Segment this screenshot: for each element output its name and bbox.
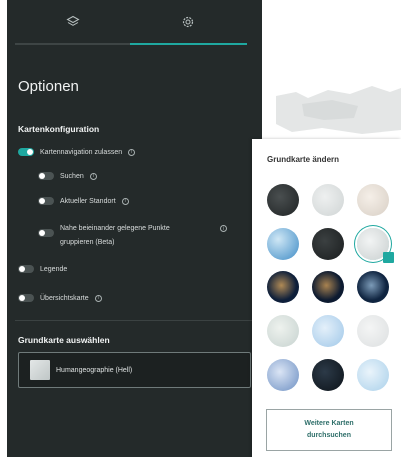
info-icon[interactable]: i bbox=[121, 197, 129, 205]
gear-icon bbox=[182, 16, 193, 28]
basemap-heading: Grundkarte auswählen bbox=[18, 335, 110, 345]
divider bbox=[15, 320, 253, 321]
info-icon[interactable]: i bbox=[128, 148, 136, 156]
option-legend: Legende bbox=[18, 265, 67, 273]
basemap-thumb-imagery[interactable] bbox=[267, 271, 299, 303]
search-toggle[interactable] bbox=[38, 172, 54, 180]
option-current-location: Aktueller Standort i bbox=[38, 197, 129, 205]
layers-icon bbox=[65, 15, 80, 26]
option-label: Legende bbox=[40, 265, 68, 273]
legend-toggle[interactable] bbox=[18, 265, 34, 273]
overview-map-toggle[interactable] bbox=[18, 294, 34, 302]
current-location-toggle[interactable] bbox=[38, 197, 54, 205]
tab-settings-underline bbox=[130, 43, 247, 45]
basemap-thumb-oceans[interactable] bbox=[312, 315, 344, 347]
basemap-thumb-terrain[interactable] bbox=[267, 315, 299, 347]
panel-title: Optionen bbox=[18, 78, 79, 95]
basemap-thumb-light-gray[interactable] bbox=[312, 184, 344, 216]
option-label: Suchen bbox=[60, 172, 84, 180]
browse-more-maps-button[interactable]: Weitere Karten durchsuchen bbox=[266, 409, 392, 451]
browse-more-line2: durchsuchen bbox=[307, 432, 351, 439]
basemap-gallery: Grundkarte ändern Weitere Karten durchsu… bbox=[252, 139, 401, 457]
option-search: Suchen i bbox=[38, 172, 97, 180]
option-label: Kartennavigation zulassen bbox=[40, 148, 123, 156]
basemap-thumb-imagery-labels[interactable] bbox=[357, 271, 389, 303]
basemap-thumb-streets[interactable] bbox=[357, 184, 389, 216]
option-label: Übersichtskarte bbox=[40, 294, 89, 302]
basemap-thumb-dark-gray[interactable] bbox=[267, 184, 299, 216]
map-config-heading: Kartenkonfiguration bbox=[18, 124, 100, 134]
basemap-selector[interactable]: Humangeographie (Hell) bbox=[18, 352, 251, 388]
info-icon[interactable]: i bbox=[220, 225, 227, 232]
map-navigation-toggle[interactable] bbox=[18, 148, 34, 156]
option-map-navigation: Kartennavigation zulassen i bbox=[18, 148, 136, 156]
option-overview-map: Übersichtskarte i bbox=[18, 294, 102, 302]
basemap-selected-label: Humangeographie (Hell) bbox=[56, 366, 133, 374]
browse-more-line1: Weitere Karten bbox=[304, 420, 354, 427]
basemap-thumb-national-geographic[interactable] bbox=[267, 359, 299, 391]
basemap-thumbnail bbox=[30, 360, 50, 380]
tab-layers-underline bbox=[15, 43, 130, 45]
option-label: Nahe beieinander gelegene Punkte bbox=[60, 225, 170, 232]
gallery-title: Grundkarte ändern bbox=[267, 155, 340, 164]
option-label-line2: gruppieren (Beta) bbox=[60, 239, 115, 246]
basemap-thumb-dark-human[interactable] bbox=[312, 228, 344, 260]
basemap-thumb-light-navigation[interactable] bbox=[357, 359, 389, 391]
basemap-thumb-imagery-hybrid[interactable] bbox=[312, 271, 344, 303]
tab-layers[interactable] bbox=[15, 0, 130, 44]
panel-tabs bbox=[7, 0, 262, 46]
option-cluster-points: Nahe beieinander gelegene Punkte gruppie… bbox=[38, 222, 227, 250]
info-icon[interactable]: i bbox=[94, 294, 102, 302]
basemap-thumb-topographic[interactable] bbox=[267, 228, 299, 260]
info-icon[interactable]: i bbox=[89, 172, 97, 180]
option-label: Aktueller Standort bbox=[60, 197, 116, 205]
tab-settings[interactable] bbox=[130, 0, 245, 44]
options-panel: Optionen Kartenkonfiguration Kartennavig… bbox=[7, 0, 262, 457]
basemap-thumb-dark-navigation[interactable] bbox=[312, 359, 344, 391]
cluster-points-toggle[interactable] bbox=[38, 229, 54, 237]
selected-check-icon bbox=[383, 252, 394, 263]
basemap-thumb-light-canvas[interactable] bbox=[357, 315, 389, 347]
